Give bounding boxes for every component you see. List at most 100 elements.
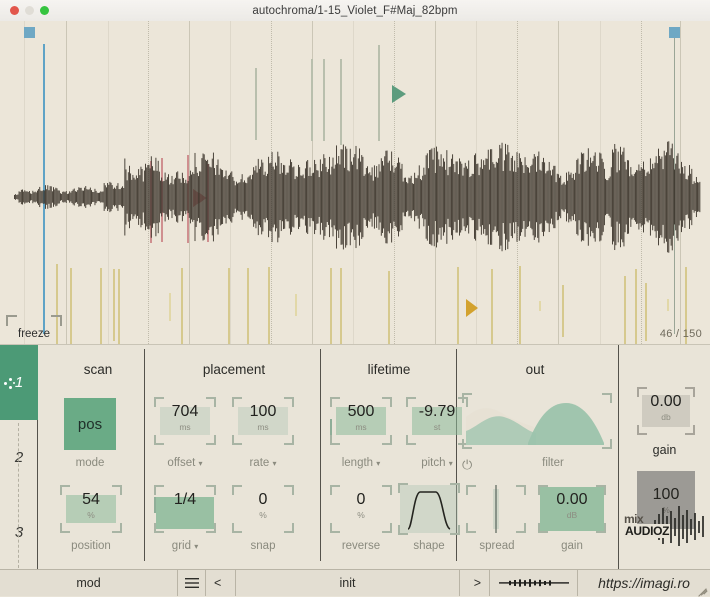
hamburger-icon <box>184 578 199 588</box>
snap-control[interactable]: 0 % <box>232 485 294 533</box>
filter-power-icon[interactable]: ⏻ <box>462 457 472 473</box>
grain-play-indicator <box>392 85 406 103</box>
grain-marker <box>255 68 257 140</box>
chevron-down-icon[interactable]: ▾ <box>273 459 277 468</box>
grain-marker-low <box>519 266 521 344</box>
grain-marker-low <box>70 268 72 344</box>
offset-control[interactable]: 704 ms <box>154 397 216 445</box>
spread-indicator <box>495 485 497 533</box>
title-bar: autochroma/1-15_Violet_F#Maj_82bpm <box>0 0 710 22</box>
master-gain-control[interactable]: 0.00 db <box>637 387 695 435</box>
grain-play-indicator-low <box>466 299 478 317</box>
spread-control[interactable] <box>466 485 526 533</box>
length-value: 500 <box>347 403 375 420</box>
layer-tab-3[interactable]: 3 <box>0 495 38 570</box>
out-gain-value: 0.00 <box>556 491 588 508</box>
selection-end-handle[interactable] <box>669 27 680 38</box>
layer-tab-1[interactable]: 1 <box>0 345 38 420</box>
offset-label[interactable]: offset ▾ <box>148 457 222 469</box>
menu-button[interactable] <box>178 570 206 596</box>
position-unit: % <box>87 510 95 520</box>
minimize-button[interactable] <box>25 6 34 15</box>
grid-label-text: grid <box>171 540 191 552</box>
grain-marker-low <box>539 301 541 311</box>
mod-button[interactable]: mod <box>0 570 178 596</box>
bracket-corner-icon <box>6 315 17 326</box>
mini-waveform-icon <box>498 579 569 587</box>
reverse-label: reverse <box>341 540 381 552</box>
filter-response-curve <box>466 403 604 445</box>
spread-label: spread <box>479 540 515 552</box>
grain-marker-low <box>491 269 493 344</box>
grid-control[interactable]: 1/4 <box>154 485 216 533</box>
section-divider <box>144 349 145 561</box>
reverse-value: 0 <box>356 491 366 508</box>
layer-tab-2[interactable]: 2 <box>0 420 38 495</box>
layer-divider <box>18 423 19 568</box>
grain-marker <box>323 59 325 141</box>
layer-tab-2-label: 2 <box>14 449 24 466</box>
length-control[interactable]: 500 ms <box>330 397 392 445</box>
master-column: 0.00 db gain 100 % mix AUDIOZ <box>618 345 710 570</box>
window-controls[interactable] <box>10 6 49 15</box>
offset-unit: ms <box>179 422 191 432</box>
mode-value: pos <box>77 415 103 433</box>
preset-prev-button[interactable]: < <box>206 570 236 596</box>
chevron-down-icon[interactable]: ▾ <box>194 542 198 551</box>
grain-marker-low <box>667 299 669 311</box>
freeze-button[interactable]: freeze <box>6 315 62 344</box>
preset-next-button[interactable]: > <box>460 570 490 596</box>
chevron-down-icon[interactable]: ▾ <box>199 459 203 468</box>
grain-marker <box>311 59 313 141</box>
plugin-window: autochroma/1-15_Violet_F#Maj_82bpm freez… <box>0 0 710 597</box>
filter-control[interactable] <box>462 393 612 449</box>
grain-marker-low <box>635 269 637 344</box>
rate-value: 100 <box>249 403 277 420</box>
snap-unit: % <box>259 510 267 520</box>
section-title-placement: placement <box>202 362 266 377</box>
mode-button[interactable]: pos <box>64 398 116 450</box>
waveform-display[interactable]: freeze 46 / 150 <box>0 21 710 344</box>
pitch-control[interactable]: -9.79 st <box>406 397 468 445</box>
resize-grip[interactable] <box>697 583 709 597</box>
grain-marker <box>378 45 380 141</box>
length-unit: ms <box>355 422 367 432</box>
length-label-text: length <box>341 457 374 469</box>
chevron-down-icon[interactable]: ▾ <box>376 459 380 468</box>
out-gain-control[interactable]: 0.00 dB <box>538 485 606 533</box>
master-gain-value: 0.00 <box>650 393 682 410</box>
rate-label[interactable]: rate ▾ <box>228 457 298 469</box>
bottom-bar: mod < init > https://imagi.ro <box>0 569 710 597</box>
chevron-down-icon[interactable]: ▾ <box>449 459 453 468</box>
grain-marker-low <box>645 283 647 341</box>
rate-control[interactable]: 100 ms <box>232 397 294 445</box>
master-gain-unit: db <box>661 412 671 422</box>
grain-marker-low <box>624 276 626 344</box>
offset-value: 704 <box>171 403 199 420</box>
selection-start-handle[interactable] <box>24 27 35 38</box>
length-label[interactable]: length ▾ <box>324 457 398 469</box>
zoom-button[interactable] <box>40 6 49 15</box>
preset-name[interactable]: init <box>236 570 460 596</box>
snap-label: snap <box>250 540 276 552</box>
pitch-value: -9.79 <box>418 403 456 420</box>
layer-tab-3-label: 3 <box>14 524 24 541</box>
mix-control[interactable]: 100 % <box>637 471 695 529</box>
website-link[interactable]: https://imagi.ro <box>578 570 710 596</box>
section-title-out: out <box>525 362 545 377</box>
out-gain-unit: dB <box>566 510 578 520</box>
audio-waveform <box>14 141 701 253</box>
grain-marker <box>340 59 342 145</box>
grain-marker-low <box>330 268 332 344</box>
position-control[interactable]: 54 % <box>60 485 122 533</box>
mini-scope <box>490 570 578 596</box>
shape-control[interactable] <box>398 483 460 535</box>
pitch-unit: st <box>433 422 441 432</box>
layer-tab-1-label: 1 <box>14 374 24 391</box>
close-button[interactable] <box>10 6 19 15</box>
reverse-control[interactable]: 0 % <box>330 485 392 533</box>
filter-label: filter <box>542 457 564 469</box>
out-gain-label: gain <box>561 540 583 552</box>
section-divider <box>320 349 321 561</box>
grid-label[interactable]: grid ▾ <box>148 540 222 552</box>
